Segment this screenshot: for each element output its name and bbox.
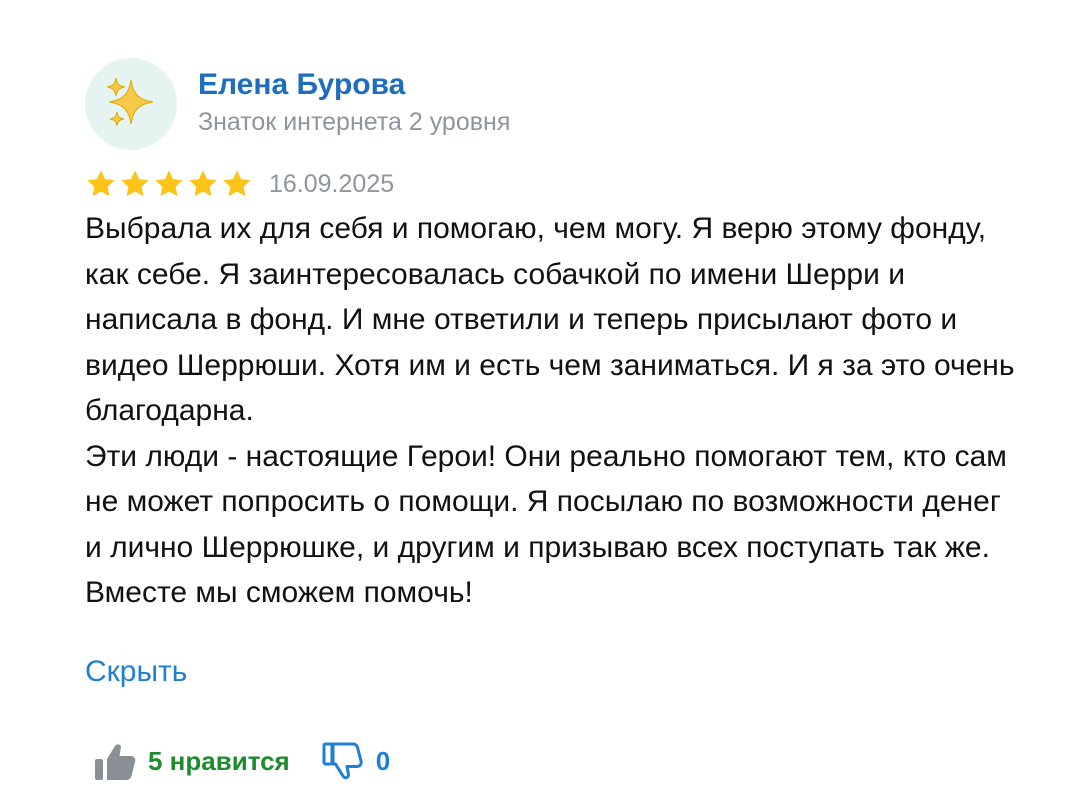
- star-icon: [223, 170, 251, 197]
- author-level: Знаток интернета 2 уровня: [198, 108, 511, 136]
- thumbs-down-icon: [322, 742, 363, 780]
- thumbs-up-icon: [95, 744, 136, 780]
- review-paragraph: Эти люди - настоящие Герои! Они реально …: [85, 439, 1007, 610]
- rating-row: 16.09.2025: [85, 166, 394, 202]
- reactions-bar: 5 нравится 0: [92, 737, 390, 785]
- sparkles-icon: [106, 77, 154, 127]
- avatar[interactable]: [85, 58, 177, 150]
- dislike-count: 0: [375, 745, 391, 776]
- star-icon: [189, 170, 217, 197]
- review-text: Выбрала их для себя и помогаю, чем могу.…: [85, 206, 1015, 616]
- review-date: 16.09.2025: [269, 169, 395, 198]
- review-paragraph: Выбрала их для себя и помогаю, чем могу.…: [85, 212, 1015, 427]
- star-icon: [87, 170, 115, 197]
- rating-stars: [85, 168, 253, 200]
- author-name[interactable]: Елена Бурова: [198, 68, 405, 102]
- like-button[interactable]: 5 нравится: [92, 738, 290, 784]
- like-count: 5 нравится: [148, 745, 290, 776]
- collapse-link[interactable]: Скрыть: [85, 655, 187, 689]
- star-icon: [121, 170, 149, 197]
- star-icon: [155, 170, 183, 197]
- review-card: Елена Бурова Знаток интернета 2 уровня 1…: [0, 0, 1092, 801]
- dislike-button[interactable]: 0: [320, 739, 390, 783]
